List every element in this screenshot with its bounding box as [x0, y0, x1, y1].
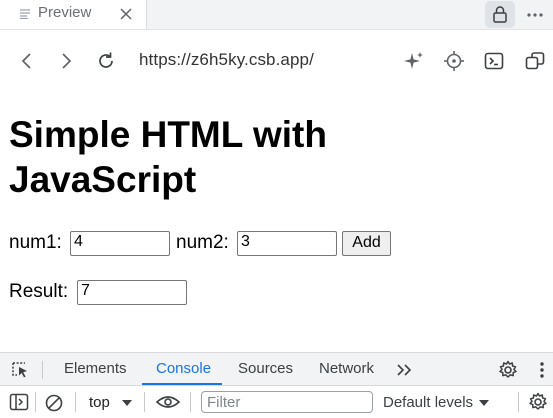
- context-selector[interactable]: top: [89, 394, 110, 411]
- tab-console[interactable]: Console: [156, 360, 211, 377]
- forward-icon[interactable]: [55, 50, 77, 72]
- tab-sources[interactable]: Sources: [238, 360, 293, 377]
- result-label: Result:: [9, 281, 69, 302]
- browser-window: Preview https://z6h5ky.csb.app/ Simple H…: [0, 0, 553, 418]
- tab-elements[interactable]: Elements: [64, 360, 127, 377]
- url-text[interactable]: https://z6h5ky.csb.app/: [139, 50, 314, 70]
- separator: [190, 392, 191, 412]
- caret-down-icon[interactable]: [478, 398, 490, 408]
- page-viewport: Simple HTML with JavaScript num1: 4 num2…: [0, 92, 553, 352]
- lock-icon: [493, 6, 507, 23]
- console-toolbar: top Filter Default levels: [0, 386, 553, 418]
- separator: [75, 392, 76, 412]
- separator: [35, 392, 36, 412]
- address-bar: https://z6h5ky.csb.app/: [0, 30, 553, 92]
- more-horizontal-icon[interactable]: [522, 4, 548, 24]
- settings-gear-icon[interactable]: [498, 360, 518, 380]
- more-vertical-icon[interactable]: [534, 360, 550, 380]
- devtools-tab-strip: Elements Console Sources Network: [0, 352, 553, 386]
- console-settings-gear-icon[interactable]: [528, 392, 548, 412]
- result-field[interactable]: 7: [77, 280, 187, 305]
- filter-placeholder: Filter: [207, 394, 241, 411]
- crosshair-icon[interactable]: [443, 50, 465, 72]
- sparkle-icon[interactable]: [403, 50, 425, 72]
- active-tab-indicator: [142, 383, 222, 385]
- back-icon[interactable]: [16, 50, 38, 72]
- separator: [518, 392, 519, 412]
- add-button[interactable]: Add: [342, 231, 391, 256]
- tab-preview[interactable]: Preview: [0, 0, 147, 29]
- reload-icon[interactable]: [95, 50, 117, 72]
- inspect-element-icon[interactable]: [10, 361, 30, 379]
- num2-input[interactable]: 3: [237, 231, 337, 256]
- tab-bar: Preview: [0, 0, 553, 30]
- more-tabs-icon[interactable]: [396, 362, 414, 378]
- lock-button[interactable]: [485, 1, 515, 28]
- page-title: Simple HTML with JavaScript: [9, 114, 327, 200]
- separator: [144, 392, 145, 412]
- tab-label: Preview: [38, 4, 92, 21]
- num1-input[interactable]: 4: [70, 231, 170, 256]
- document-lines-icon: [20, 9, 30, 19]
- num1-label: num1:: [9, 232, 62, 253]
- log-levels-dropdown[interactable]: Default levels: [383, 394, 473, 411]
- close-icon[interactable]: [118, 6, 134, 22]
- filter-input[interactable]: Filter: [201, 391, 373, 413]
- open-window-icon[interactable]: [524, 50, 546, 72]
- num2-label: num2:: [176, 232, 229, 253]
- sidebar-toggle-icon[interactable]: [9, 393, 29, 411]
- tab-network[interactable]: Network: [319, 360, 374, 377]
- separator: [42, 361, 43, 379]
- eye-icon[interactable]: [155, 394, 181, 410]
- clear-console-icon[interactable]: [44, 393, 64, 413]
- terminal-icon[interactable]: [483, 50, 505, 72]
- caret-down-icon[interactable]: [121, 398, 133, 408]
